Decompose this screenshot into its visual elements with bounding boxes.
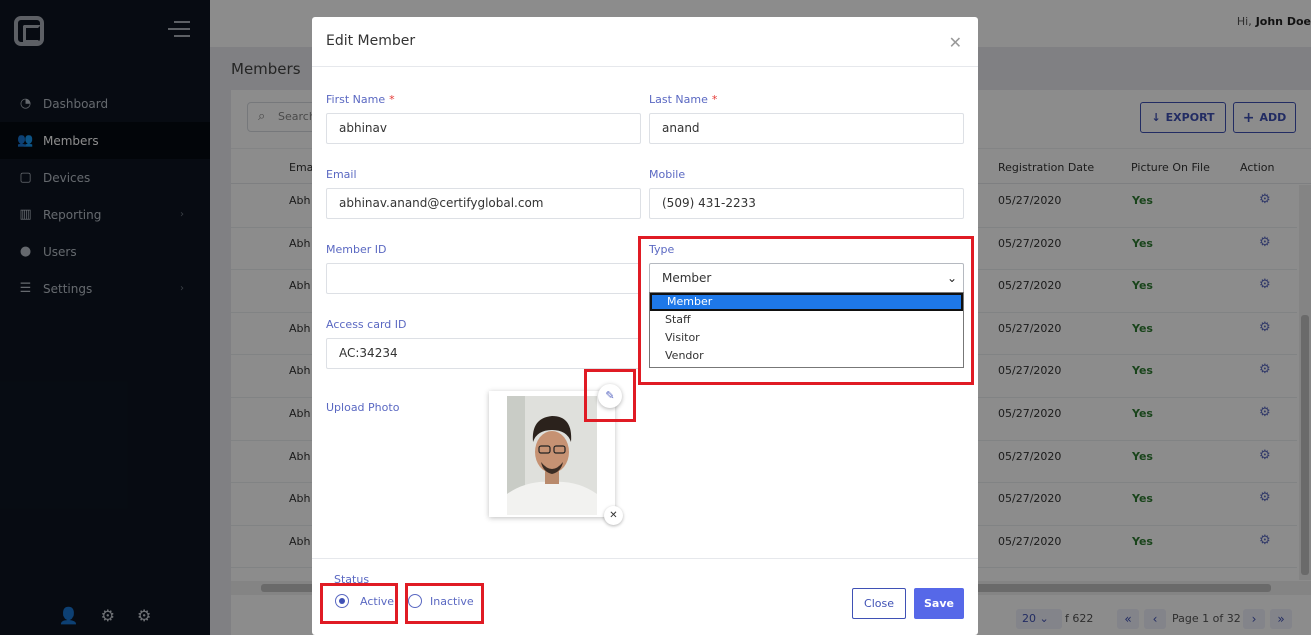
mobile-field[interactable]: (509) 431-2233 [649,188,964,219]
email-field[interactable]: abhinav.anand@certifyglobal.com [326,188,641,219]
modal-header: Edit Member ✕ [312,17,978,67]
highlight-status-inactive [405,583,484,624]
first-name-field[interactable]: abhinav [326,113,641,144]
member-id-field[interactable] [326,263,641,294]
email-label: Email [326,168,357,181]
close-icon[interactable]: ✕ [949,33,962,52]
save-button[interactable]: Save [914,588,964,619]
member-id-label: Member ID [326,243,387,256]
access-card-field[interactable]: AC:34234 [326,338,641,369]
first-name-label: First Name * [326,93,395,106]
close-button[interactable]: Close [852,588,906,619]
close-icon: ✕ [609,510,618,521]
footer-divider [312,558,978,559]
highlight-edit-photo [584,369,636,422]
access-card-label: Access card ID [326,318,407,331]
highlight-type-dropdown [638,236,974,385]
last-name-label: Last Name * [649,93,718,106]
modal-title: Edit Member [326,33,416,49]
highlight-status-active [320,583,398,624]
remove-photo-button[interactable]: ✕ [604,506,623,525]
mobile-label: Mobile [649,168,686,181]
upload-photo-label: Upload Photo [326,401,400,414]
last-name-field[interactable]: anand [649,113,964,144]
